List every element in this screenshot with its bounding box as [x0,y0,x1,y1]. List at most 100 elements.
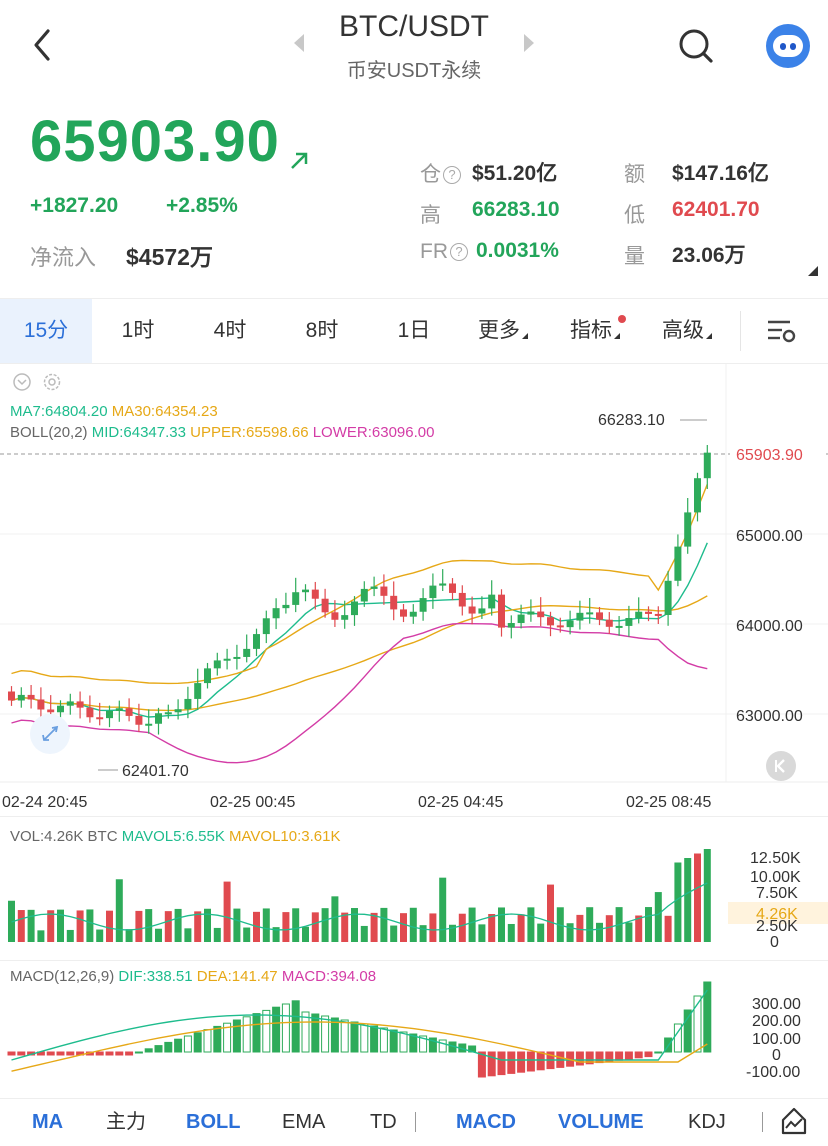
draw-tool-icon[interactable] [780,1106,808,1136]
indicator-td[interactable]: TD [370,1100,397,1146]
fullscreen-icon[interactable] [30,714,70,754]
indicator-main-force[interactable]: 主力 [106,1100,146,1146]
indicator-macd[interactable]: MACD [456,1100,516,1146]
volume-bar [527,907,535,942]
candle-body [576,612,584,621]
netflow-value: $4572万 [126,244,213,270]
indicator-boll[interactable]: BOLL [186,1100,240,1146]
indicator-ma[interactable]: MA [32,1100,63,1146]
x-tick-4: 02-25 08:45 [626,794,712,811]
tab-indicators[interactable]: 指标 [560,299,630,363]
tab-1d[interactable]: 1日 [368,299,460,363]
candle-body [262,618,270,635]
vol-y-tick: 7.50K [756,885,798,902]
candle-body [37,699,45,710]
candle-body [17,694,25,701]
y-tick-64000: 64000.00 [736,618,803,635]
volume-bar [174,908,182,942]
candle-body [458,592,466,607]
macd-bar [213,1025,222,1053]
expand-corner-icon[interactable] [808,266,818,276]
fr-label[interactable]: FR? [420,240,468,264]
candle-body [292,592,300,605]
chart-settings-icon[interactable] [766,317,798,347]
macd-bar [399,1031,408,1053]
robot-avatar-icon[interactable] [766,24,810,68]
macd-bar [272,1006,281,1053]
candle-body [370,586,378,589]
candle-body [439,583,447,586]
divider [762,1112,763,1132]
macd-bar [595,1051,604,1064]
price-change-pct: +2.85% [166,194,238,217]
tab-15m[interactable]: 15分 [0,299,92,363]
oi-label[interactable]: 仓? [420,158,461,188]
macd-y-tick: 0 [772,1047,781,1064]
next-pair-icon[interactable] [524,34,534,52]
tab-1h[interactable]: 1时 [92,299,184,363]
candle-body [547,617,554,626]
search-icon[interactable] [676,26,716,66]
candle-body [253,634,260,649]
tab-8h[interactable]: 8时 [276,299,368,363]
indicator-kdj[interactable]: KDJ [688,1100,726,1146]
macd-bar [262,1009,271,1053]
candle-body [664,580,672,615]
indicator-volume[interactable]: VOLUME [558,1100,644,1146]
vol-y-tick: 0 [770,934,779,951]
vol-y-tick: 10.00K [750,869,801,886]
candle-body [605,619,613,627]
volume-bar [282,912,290,942]
candle-body [272,608,280,619]
tab-advanced[interactable]: 高级 [652,299,722,363]
macd-bar [174,1038,183,1053]
volume-bar [566,923,574,942]
candle-body [507,623,515,628]
candle-body [694,478,701,513]
indicator-ema[interactable]: EMA [282,1100,325,1146]
volume-bar [135,910,143,942]
tab-4h[interactable]: 4时 [184,299,276,363]
macd-bar [654,1051,663,1054]
macd-bar [164,1041,173,1053]
macd-bar [7,1051,16,1056]
volume-bar [625,922,633,942]
macd-bar [644,1051,653,1058]
macd-bar [203,1029,212,1053]
volume-bar [125,929,133,942]
macd-bar [291,1000,300,1053]
help-icon[interactable]: ? [450,243,468,261]
macd-y-tick: 300.00 [752,996,801,1013]
volume-bar [517,914,525,942]
low-value: 62401.70 [672,198,760,221]
candle-body [341,615,349,620]
candlestick-chart[interactable]: 66283.10 62401.70 65903.90 65000.00 6400… [0,364,828,816]
x-tick-1: 02-24 20:45 [2,794,88,811]
notice-dot [618,315,626,323]
volume-bar [654,892,662,942]
candle-body [645,611,652,614]
candle-body [282,604,290,609]
candle-body [57,705,64,713]
volume-bar [468,907,476,942]
candle-body [106,710,113,719]
macd-bar [183,1035,192,1053]
candle-body [468,606,476,614]
candle-body [194,683,202,699]
macd-bar [95,1051,104,1056]
volume-bar [380,907,388,942]
volume-bar [596,922,603,942]
tab-more[interactable]: 更多 [468,299,538,363]
volume-chart: 12.50K 10.00K 7.50K 2.50K 0 4.26K [8,849,828,951]
candle-body [517,614,525,624]
oi-value: $51.20亿 [472,162,558,185]
help-icon[interactable]: ? [443,166,461,184]
volume-bar [243,927,251,942]
price-change: +1827.20 [30,194,119,217]
macd-bar [350,1021,359,1053]
trend-up-icon [288,150,310,172]
scroll-to-latest-icon[interactable] [766,751,796,781]
dif-line [11,989,708,1061]
candle-body [674,546,682,581]
macd-bar [487,1051,496,1077]
